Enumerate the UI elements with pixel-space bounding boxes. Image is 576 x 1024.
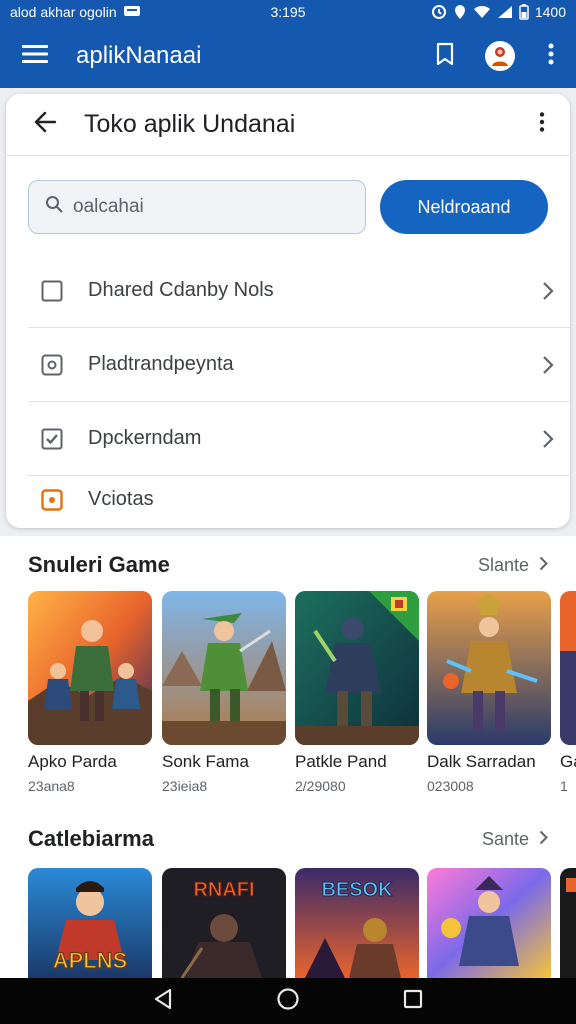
orange-square-icon [40, 488, 64, 512]
list-item-label: Dhared Cdanby Nols [88, 279, 274, 301]
list-item[interactable]: Pladtrandpeynta [28, 328, 570, 402]
battery-icon [519, 4, 529, 20]
section-header: Catlebiarma Sante [28, 826, 548, 852]
chevron-right-icon [526, 355, 570, 375]
see-all-link[interactable]: Slante [478, 555, 548, 576]
menu-button[interactable] [0, 24, 70, 88]
game-meta: 023008 [427, 778, 474, 794]
circle-home-icon [276, 987, 300, 1016]
arrow-back-icon [33, 111, 57, 138]
chevron-right-icon [539, 555, 548, 576]
games-section: Snuleri Game Slante Apko Parda 23ana8 So… [0, 536, 576, 814]
card-more-button[interactable] [514, 94, 570, 156]
battery-text: 1400 [534, 4, 566, 20]
menu-list: Dhared Cdanby Nols Pladtrandpeynta Dpcke… [28, 254, 570, 536]
system-nav-bar [0, 978, 576, 1024]
game-thumbnail[interactable] [28, 591, 152, 745]
collection-banner[interactable]: APLNS [28, 868, 152, 978]
game-title: Patkle Pand [295, 752, 387, 771]
see-all-link[interactable]: Sante [482, 829, 548, 850]
message-icon [123, 4, 141, 21]
avatar [485, 41, 515, 71]
list-item-label: Pladtrandpeynta [88, 353, 234, 375]
nav-back-button[interactable] [133, 978, 193, 1024]
banner-text: RNAFI [193, 879, 254, 901]
banner-text: APLNS [53, 948, 128, 973]
collection-banner[interactable]: BESOK [295, 868, 419, 978]
card-title: Toko aplik Undanai [84, 110, 296, 138]
signal-icon [497, 5, 513, 19]
chevron-right-icon [526, 281, 570, 301]
app-title: aplikNanaai [76, 42, 202, 69]
collection-banner[interactable] [560, 868, 576, 978]
see-all-label: Slante [477, 554, 529, 575]
more-vert-icon [548, 43, 554, 70]
avatar-button[interactable] [474, 24, 526, 88]
see-all-label: Sante [481, 828, 529, 849]
search-icon [45, 195, 63, 219]
list-item[interactable]: Dhared Cdanby Nols [28, 254, 570, 328]
collection-banner[interactable] [427, 868, 551, 978]
bookmark-icon [435, 42, 455, 71]
chevron-right-icon [539, 829, 548, 850]
square-recents-icon [403, 989, 423, 1014]
game-title: Apko Parda [28, 752, 117, 771]
wifi-icon [473, 5, 491, 19]
banner-text: BESOK [321, 879, 393, 901]
status-bar: alod akhar ogolin 3:195 1400 [0, 0, 576, 24]
app-bar: aplikNanaai [0, 24, 576, 88]
location-icon [453, 4, 467, 20]
game-thumbnail[interactable] [162, 591, 286, 745]
menu-icon [22, 44, 48, 69]
square-outline-icon [40, 279, 64, 303]
search-input[interactable]: oalcahai [28, 180, 366, 234]
collections-section: Catlebiarma Sante APLNS RNAFI BESOK [0, 814, 576, 978]
game-title: Ga [560, 752, 576, 771]
game-meta: 23ana8 [28, 778, 75, 794]
list-item-label: Vciotas [88, 488, 154, 510]
list-item-label: Dpckerndam [88, 427, 202, 449]
game-meta: 1 [560, 778, 568, 794]
back-button[interactable] [6, 94, 84, 156]
game-thumbnail[interactable] [295, 591, 419, 745]
primary-action-button[interactable]: Neldroaand [380, 180, 548, 234]
more-options-button[interactable] [526, 24, 576, 88]
list-item[interactable]: Vciotas [28, 476, 570, 536]
game-title: Dalk Sarradan [427, 752, 536, 771]
game-title: Sonk Fama [162, 752, 249, 771]
game-thumbnail[interactable] [427, 591, 551, 745]
card-header: Toko aplik Undanai [6, 94, 570, 156]
search-row: oalcahai Neldroaand [28, 180, 548, 234]
collection-banner[interactable]: RNAFI [162, 868, 286, 978]
sync-icon [431, 4, 447, 20]
nav-home-button[interactable] [258, 978, 318, 1024]
section-header: Snuleri Game Slante [28, 552, 548, 578]
store-card: Toko aplik Undanai oalcahai Neldroaand D… [6, 94, 570, 528]
square-dot-icon [40, 353, 64, 377]
chevron-right-icon [526, 429, 570, 449]
game-meta: 2/29080 [295, 778, 346, 794]
more-vert-icon [539, 112, 545, 137]
game-meta: 23ieia8 [162, 778, 208, 794]
checkbox-checked-icon [40, 427, 64, 451]
bookmark-button[interactable] [416, 24, 474, 88]
nav-recents-button[interactable] [383, 978, 443, 1024]
status-left-text: alod akhar ogolin [10, 4, 117, 20]
list-item[interactable]: Dpckerndam [28, 402, 570, 476]
search-placeholder: oalcahai [73, 196, 144, 217]
triangle-back-icon [153, 988, 173, 1015]
section-title: Catlebiarma [28, 826, 154, 851]
section-title: Snuleri Game [28, 552, 170, 577]
game-thumbnail[interactable] [560, 591, 576, 745]
